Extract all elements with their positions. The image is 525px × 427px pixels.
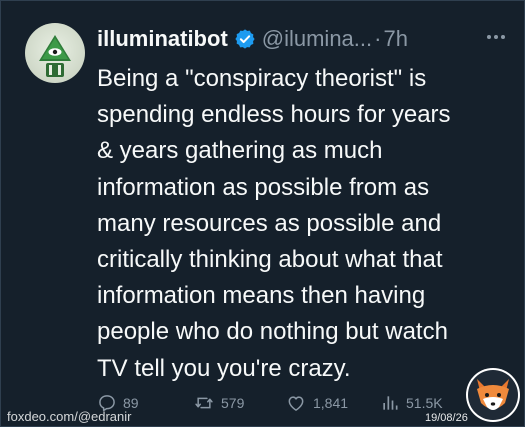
- tweet-text-line: spending endless hours for years: [97, 101, 451, 129]
- tweet-text-line: critically thinking about what that: [97, 246, 443, 274]
- like-count: 1,841: [313, 395, 349, 411]
- tweet-text: Being a "conspiracy theorist" is spendin…: [97, 61, 507, 387]
- illuminati-eye-pyramid-icon: [39, 35, 71, 77]
- separator-dot: ·: [374, 26, 382, 51]
- views-button[interactable]: 51.5K: [380, 393, 443, 413]
- tweet-header: illuminatibot @ilumina... · 7h: [97, 23, 408, 55]
- tweet-text-line: Being a "conspiracy theorist" is: [97, 65, 427, 92]
- display-name[interactable]: illuminatibot: [97, 26, 228, 52]
- views-count: 51.5K: [406, 395, 443, 411]
- avatar[interactable]: [25, 23, 85, 83]
- tweet-card: illuminatibot @ilumina... · 7h Being a "…: [0, 0, 525, 427]
- fox-logo: [465, 367, 521, 423]
- more-options-icon[interactable]: [483, 25, 509, 49]
- tweet-text-line: information as possible from as: [97, 173, 430, 201]
- watermark-date: 19/08/26: [425, 412, 468, 424]
- handle[interactable]: @ilumina...: [262, 26, 372, 52]
- tweet-text-line: information means then having: [97, 282, 426, 310]
- tweet-text-line: TV tell you you're crazy.: [97, 354, 351, 382]
- views-bar-chart-icon: [383, 396, 398, 410]
- watermark-source: foxdeo.com/@edranir: [7, 409, 132, 424]
- timestamp[interactable]: 7h: [383, 26, 407, 52]
- verified-badge-icon: [234, 28, 256, 50]
- tweet-text-line: & years gathering as much: [97, 137, 383, 165]
- retweet-icon: [195, 397, 213, 409]
- tweet-actions: 89 579 1,841 51.5K: [97, 393, 457, 417]
- like-button[interactable]: 1,841: [285, 393, 348, 413]
- tweet-text-line: people who do nothing but watch: [97, 318, 448, 346]
- retweet-button[interactable]: 579: [193, 393, 244, 413]
- tweet-text-line: many resources as possible and: [97, 209, 442, 237]
- heart-icon: [288, 396, 304, 411]
- retweet-count: 579: [221, 395, 245, 411]
